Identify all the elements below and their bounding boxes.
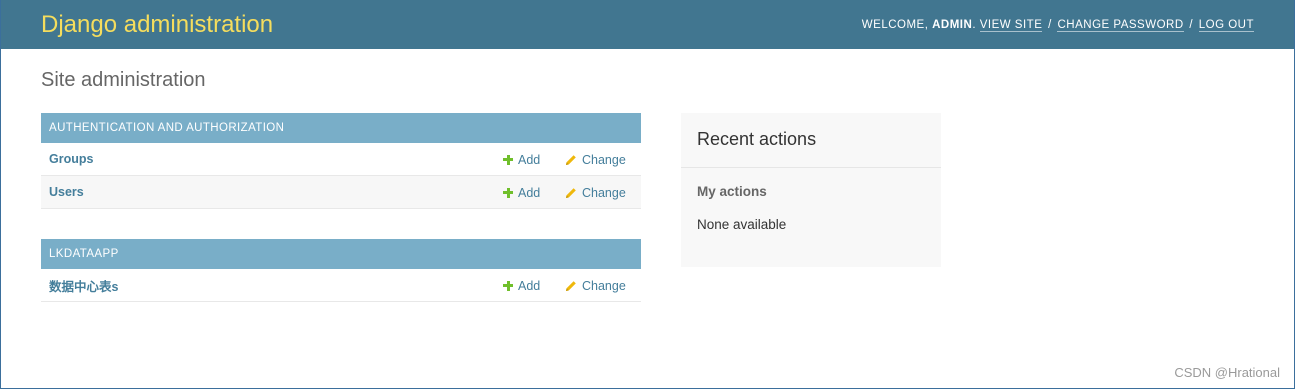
change-label: Change [582, 278, 626, 293]
add-label: Add [518, 278, 541, 293]
watermark-text: CSDN @Hrational [1174, 365, 1280, 380]
user-tools: WELCOME, ADMIN. VIEW SITE / CHANGE PASSW… [861, 18, 1254, 32]
row-actions: Add Change [503, 176, 641, 209]
recent-actions-panel: Recent actions My actions None available [681, 113, 941, 267]
welcome-text: WELCOME, [861, 18, 933, 31]
add-datacenter-button[interactable]: Add [503, 279, 565, 293]
row-actions: Add Change [503, 269, 641, 302]
page-title: Site administration [41, 69, 206, 91]
table-row-datacenter: 数据中心表s Add Change [41, 269, 641, 302]
change-label: Change [582, 185, 626, 200]
change-datacenter-button[interactable]: Change [565, 279, 641, 293]
module-auth: AUTHENTICATION AND AUTHORIZATION Groups … [41, 113, 641, 209]
table-row-groups: Groups Add Change [41, 143, 641, 176]
my-actions-heading: My actions [697, 184, 767, 199]
row-actions: Add Change [503, 143, 641, 176]
add-label: Add [518, 185, 541, 200]
model-link-groups[interactable]: Groups [49, 152, 93, 166]
model-link-users[interactable]: Users [49, 185, 84, 199]
pencil-icon [566, 187, 576, 198]
model-link-datacenter[interactable]: 数据中心表s [49, 276, 118, 295]
change-label: Change [582, 152, 626, 167]
username: ADMIN [932, 18, 973, 31]
add-label: Add [518, 152, 541, 167]
add-users-button[interactable]: Add [503, 186, 565, 200]
site-branding[interactable]: Django administration [41, 11, 273, 39]
recent-actions-title: Recent actions [681, 113, 941, 168]
plus-icon [503, 154, 513, 165]
log-out-link[interactable]: LOG OUT [1198, 18, 1254, 32]
pencil-icon [566, 154, 576, 165]
module-lkdataapp: LKDATAAPP 数据中心表s Add Change [41, 239, 641, 302]
plus-icon [503, 187, 513, 198]
module-caption[interactable]: LKDATAAPP [41, 239, 641, 269]
module-caption[interactable]: AUTHENTICATION AND AUTHORIZATION [41, 113, 641, 143]
pencil-icon [566, 280, 576, 291]
page-frame: Django administration WELCOME, ADMIN. VI… [0, 0, 1295, 389]
change-groups-button[interactable]: Change [565, 153, 641, 167]
change-users-button[interactable]: Change [565, 186, 641, 200]
view-site-link[interactable]: VIEW SITE [979, 18, 1043, 32]
recent-actions-empty: None available [697, 217, 787, 232]
header-bar: Django administration WELCOME, ADMIN. VI… [1, 0, 1294, 49]
table-row-users: Users Add Change [41, 176, 641, 209]
welcome-suffix: . [972, 18, 977, 31]
plus-icon [503, 280, 513, 291]
separator: / [1189, 18, 1194, 31]
change-password-link[interactable]: CHANGE PASSWORD [1057, 18, 1184, 32]
separator: / [1048, 18, 1052, 31]
add-groups-button[interactable]: Add [503, 153, 565, 167]
